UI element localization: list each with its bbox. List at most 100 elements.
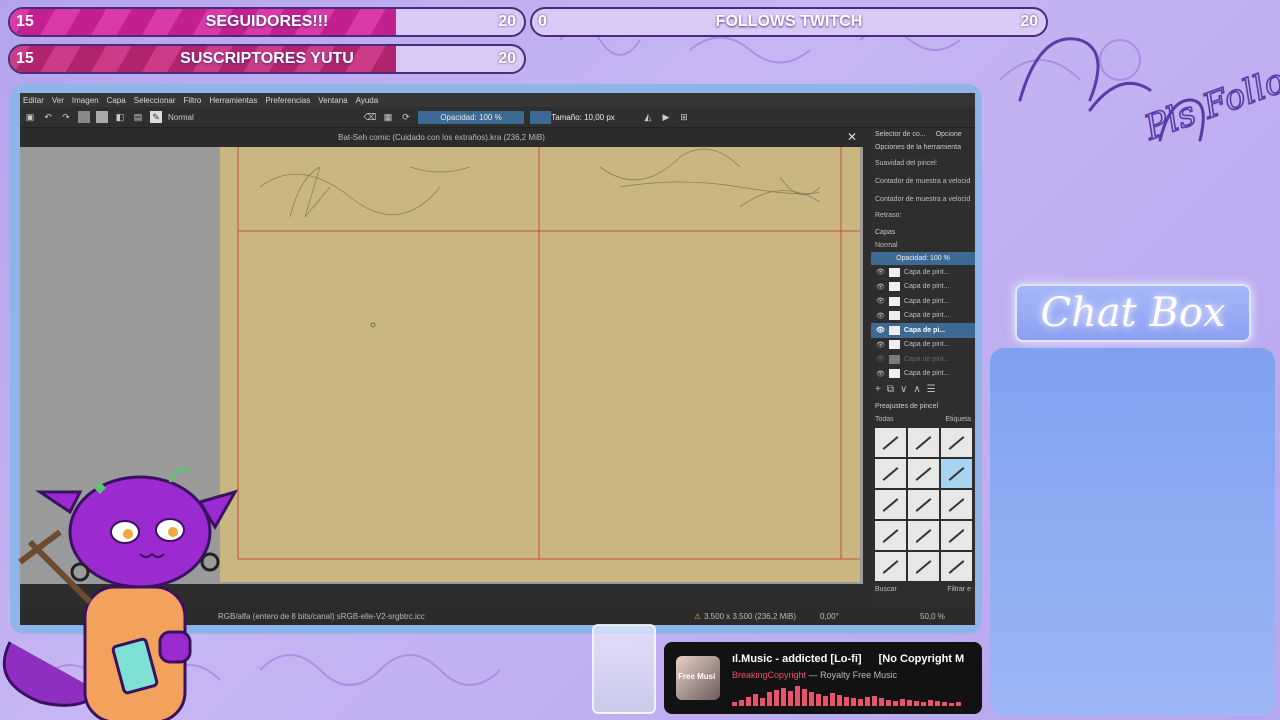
blend-mode-select[interactable]: Normal: [168, 113, 358, 122]
presets-filter-row: Todas Etiqueta: [871, 413, 975, 426]
eye-icon[interactable]: 👁: [876, 297, 885, 305]
eq-bar: [739, 700, 744, 706]
canvas-paper[interactable]: [220, 147, 860, 582]
document-tab[interactable]: Bat-Seh comic (Cuidado con los extraños)…: [20, 128, 863, 147]
layer-item-selected[interactable]: 👁 Capa de pi...: [871, 323, 975, 338]
undo-icon[interactable]: ↶: [42, 111, 54, 123]
layer-opacity[interactable]: Opacidad: 100 %: [871, 252, 975, 265]
menu-ver[interactable]: Ver: [52, 96, 64, 105]
menu-seleccionar[interactable]: Seleccionar: [134, 96, 176, 105]
eq-bar: [921, 702, 926, 706]
gradient-icon[interactable]: [96, 111, 108, 123]
menu-preferencias[interactable]: Preferencias: [265, 96, 310, 105]
eq-bar: [830, 693, 835, 706]
close-document-icon[interactable]: ✕: [847, 128, 857, 147]
presets-search-input[interactable]: Buscar: [875, 586, 897, 593]
goal-subscribers-target: 20: [498, 50, 516, 67]
pattern-icon[interactable]: [78, 111, 90, 123]
menu-editar[interactable]: Editar: [23, 96, 44, 105]
eq-bar: [942, 702, 947, 706]
menu-capa[interactable]: Capa: [107, 96, 126, 105]
comic-panels: [237, 147, 860, 560]
size-slider[interactable]: Tamaño: 10,00 px: [530, 110, 636, 124]
mirror-v-icon[interactable]: ▶: [660, 111, 672, 123]
duplicate-layer-icon[interactable]: ⧉: [887, 384, 894, 395]
goal-subscribers-title: SUSCRIPTORES YUTU: [180, 50, 354, 67]
presets-search-row: Buscar Filtrar e: [871, 583, 975, 596]
layer-list: 👁 Capa de pint... 👁 Capa de pint... 👁 Capa …: [871, 265, 975, 381]
layer-name: Capa de pint...: [903, 283, 950, 291]
song-name: ıl.Music - addicted [Lo-fi]: [732, 653, 862, 665]
eye-icon[interactable]: 👁: [876, 312, 885, 320]
eq-bar: [809, 692, 814, 706]
brush-editor-icon[interactable]: ▤: [132, 111, 144, 123]
color-swap-icon[interactable]: ◧: [114, 111, 126, 123]
presets-filter-checkbox[interactable]: Filtrar e: [947, 586, 971, 593]
eq-bar: [907, 700, 912, 706]
brush-preset[interactable]: [908, 552, 939, 581]
eraser-icon[interactable]: ⌫: [364, 111, 377, 123]
layer-item[interactable]: 👁 Capa de pint...: [871, 280, 975, 295]
brush-preset[interactable]: [941, 521, 972, 550]
zoom-level[interactable]: 50,0 %: [920, 612, 945, 621]
redo-icon[interactable]: ↷: [60, 111, 72, 123]
mirror-h-icon[interactable]: ◭: [642, 111, 654, 123]
layer-name: Capa de pint...: [903, 370, 950, 378]
menu-herramientas[interactable]: Herramientas: [209, 96, 257, 105]
menu-ventana[interactable]: Ventana: [318, 96, 347, 105]
eye-icon[interactable]: 👁: [876, 268, 885, 276]
brush-preset-icon[interactable]: ✎: [150, 111, 162, 123]
layers-header[interactable]: Capas: [871, 226, 975, 239]
eq-bar: [767, 692, 772, 706]
album-art: Free Musi: [676, 656, 720, 700]
brush-preset[interactable]: [875, 552, 906, 581]
brush-preset[interactable]: [875, 428, 906, 457]
layer-item[interactable]: 👁 Capa de pint...: [871, 294, 975, 309]
move-down-icon[interactable]: ∨: [900, 384, 907, 395]
layer-menu-icon[interactable]: ☰: [927, 384, 936, 395]
reload-icon[interactable]: ⟳: [400, 111, 412, 123]
move-up-icon[interactable]: ∧: [913, 384, 920, 395]
tab-options[interactable]: Opcione: [936, 131, 962, 138]
eye-icon[interactable]: 👁: [876, 283, 885, 291]
layer-blend-mode[interactable]: Normal: [871, 239, 975, 252]
alpha-lock-icon[interactable]: ▦: [382, 111, 394, 123]
brush-preset[interactable]: [875, 459, 906, 488]
album-art-label: Free Musi: [678, 672, 716, 681]
brush-preset[interactable]: [908, 428, 939, 457]
brush-preset[interactable]: [941, 552, 972, 581]
presets-header[interactable]: Preajustes de pincel: [871, 400, 975, 413]
wrap-icon[interactable]: ⊞: [678, 111, 690, 123]
brush-preset[interactable]: [941, 428, 972, 457]
brush-preset[interactable]: [908, 459, 939, 488]
brush-preset-selected[interactable]: [941, 459, 972, 488]
brush-preset[interactable]: [875, 490, 906, 519]
brush-preset[interactable]: [908, 490, 939, 519]
menu-ayuda[interactable]: Ayuda: [356, 96, 379, 105]
brush-preset[interactable]: [875, 521, 906, 550]
layer-item[interactable]: 👁 Capa de pint...: [871, 367, 975, 382]
save-icon[interactable]: ▣: [24, 111, 36, 123]
tool-options-header[interactable]: Opciones de la herramienta: [871, 141, 975, 154]
eye-icon[interactable]: 👁: [876, 326, 885, 334]
layer-name: Capa de pint...: [903, 341, 950, 349]
dock-tabs: Selector de co... Opcione: [871, 128, 975, 141]
add-layer-icon[interactable]: +: [875, 384, 881, 395]
chat-box-title: Chat Box: [1015, 284, 1251, 342]
brush-preset[interactable]: [941, 490, 972, 519]
layer-item[interactable]: 👁 Capa de pint...: [871, 265, 975, 280]
layer-item[interactable]: 👁 Capa de pint...: [871, 352, 975, 367]
menu-filtro[interactable]: Filtro: [184, 96, 202, 105]
presets-filter-select[interactable]: Todas: [875, 416, 894, 423]
tab-color-selector[interactable]: Selector de co...: [875, 131, 926, 138]
brush-preset[interactable]: [908, 521, 939, 550]
eye-icon[interactable]: 👁: [876, 341, 885, 349]
layer-item[interactable]: 👁 Capa de pint...: [871, 309, 975, 324]
eye-icon[interactable]: 👁: [876, 370, 885, 378]
eq-bar: [893, 701, 898, 706]
presets-tag[interactable]: Etiqueta: [945, 416, 971, 423]
opacity-slider[interactable]: Opacidad: 100 %: [418, 110, 524, 124]
menu-imagen[interactable]: Imagen: [72, 96, 99, 105]
layer-item[interactable]: 👁 Capa de pint...: [871, 338, 975, 353]
eye-icon[interactable]: 👁: [876, 355, 885, 363]
